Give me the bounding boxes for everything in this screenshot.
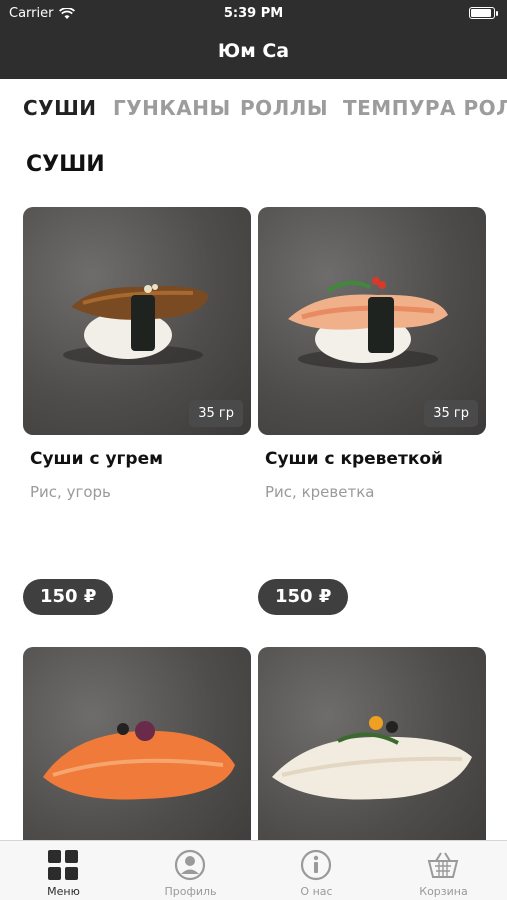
tab-label: Меню — [47, 885, 80, 898]
menu-grid-icon — [48, 850, 78, 880]
weight-badge: 35 гр — [189, 400, 243, 427]
page-title: Юм Са — [217, 40, 290, 62]
navigation-header: Carrier 5:39 PM Юм Са — [0, 0, 507, 79]
price-button[interactable]: 150 ₽ — [258, 579, 349, 615]
tab-about[interactable]: О нас — [253, 841, 380, 900]
product-description: Рис, креветка — [265, 483, 375, 501]
status-bar: Carrier 5:39 PM — [0, 0, 507, 28]
product-name: Суши с креветкой — [265, 449, 443, 469]
tab-sushi[interactable]: СУШИ — [23, 96, 97, 120]
tab-label: Корзина — [419, 885, 468, 898]
price-button[interactable]: 150 ₽ — [23, 579, 114, 615]
tab-rolls[interactable]: РОЛЛЫ — [240, 96, 328, 120]
section-title: СУШИ — [26, 152, 105, 177]
tab-bar: Меню Профиль О нас Корзина — [0, 840, 507, 900]
product-photo[interactable]: 35 гр — [258, 207, 486, 435]
tab-gunkan[interactable]: ГУНКАНЫ — [113, 96, 231, 120]
category-tabs: СУШИ ГУНКАНЫ РОЛЛЫ ТЕМПУРА РОЛЛЫ — [0, 79, 507, 135]
clock: 5:39 PM — [223, 6, 284, 21]
product-description: Рис, угорь — [30, 483, 111, 501]
tab-profile[interactable]: Профиль — [127, 841, 254, 900]
basket-icon — [427, 852, 459, 878]
info-icon — [300, 849, 332, 881]
product-photo[interactable]: 35 гр — [23, 207, 251, 435]
tab-menu[interactable]: Меню — [0, 841, 127, 900]
tab-label: Профиль — [164, 885, 217, 898]
tab-label: О нас — [300, 885, 333, 898]
tab-tempura-rolls[interactable]: ТЕМПУРА РОЛЛЫ — [343, 96, 507, 120]
weight-badge: 35 гр — [424, 400, 478, 427]
battery-icon — [469, 7, 498, 19]
profile-icon — [174, 849, 206, 881]
tab-cart[interactable]: Корзина — [380, 841, 507, 900]
product-name: Суши с угрем — [30, 449, 163, 469]
